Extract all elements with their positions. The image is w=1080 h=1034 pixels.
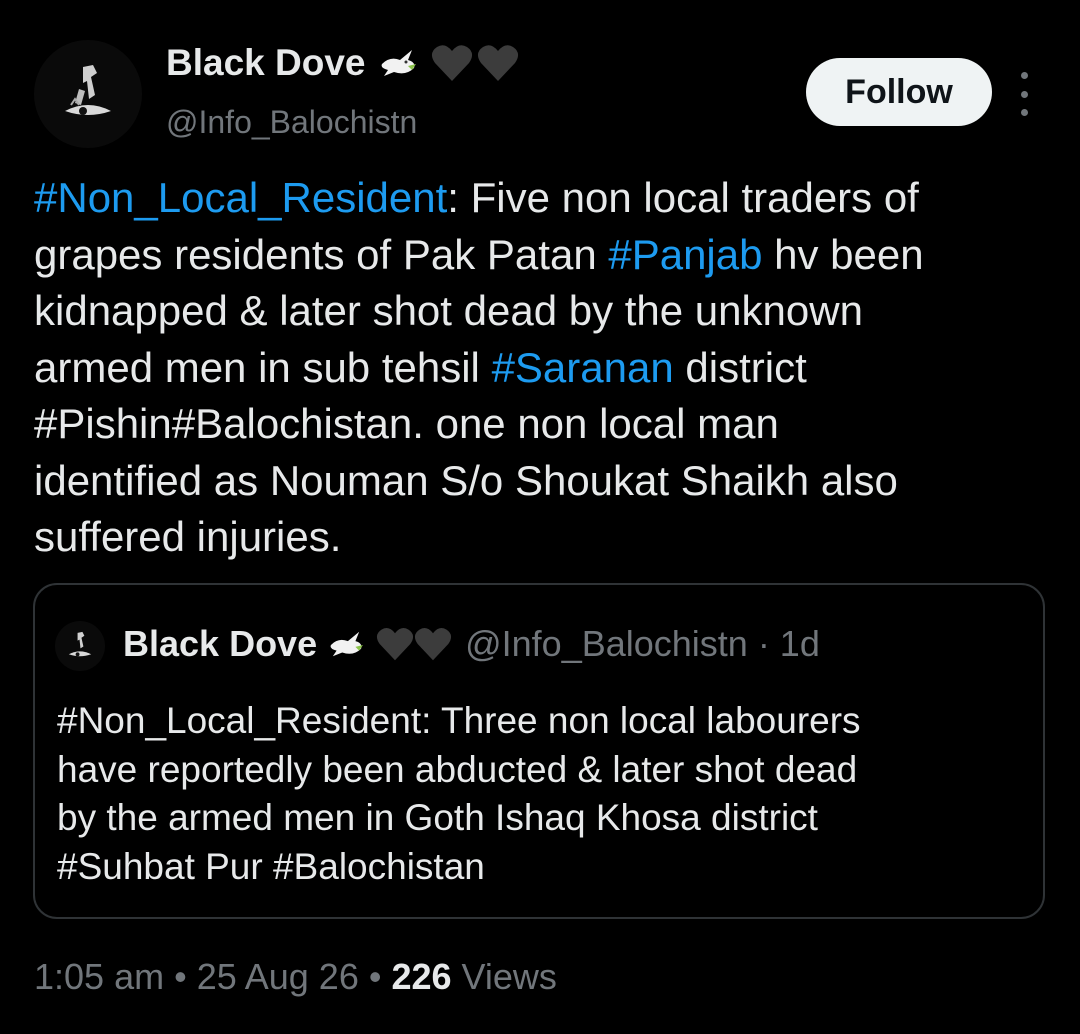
quoted-text-line: #Non_Local_Resident: Three non local lab… xyxy=(57,700,861,741)
meta-separator: • xyxy=(358,956,392,997)
follow-button[interactable]: Follow xyxy=(806,58,992,126)
tweet-text-segment: hv been xyxy=(762,230,924,278)
quoted-tweet-card[interactable]: Black Dove @Info_Balochistn · 1d #Non_Lo… xyxy=(33,583,1045,919)
author-handle[interactable]: @Info_Balochistn xyxy=(166,104,417,141)
tweet-text-segment: grapes residents of Pak Patan xyxy=(34,230,609,278)
black-heart-icon xyxy=(375,626,415,662)
tweet-text-segment: : Five non local traders of xyxy=(447,174,919,221)
tweet-text-line: suffered injuries. xyxy=(34,509,1044,566)
tweet-text-line: kidnapped & later shot dead by the unkno… xyxy=(34,283,1044,340)
dove-logo-icon xyxy=(68,631,92,657)
quoted-handle-time: @Info_Balochistn · 1d xyxy=(465,623,820,664)
author-avatar[interactable] xyxy=(34,40,142,148)
tweet-text-segment: #Pishin#Balochistan. one non local man xyxy=(34,400,779,447)
tweet-text-line: identified as Nouman S/o Shoukat Shaikh … xyxy=(34,453,1044,510)
tweet-text-line: grapes residents of Pak Patan #Panjab hv… xyxy=(34,227,1044,284)
author-display-name[interactable]: Black Dove xyxy=(166,42,366,84)
tweet-time[interactable]: 1:05 am xyxy=(34,956,164,998)
quoted-display-name: Black Dove xyxy=(123,623,318,664)
views-count[interactable]: 226 xyxy=(391,956,451,998)
quoted-text-line: by the armed men in Goth Ishaq Khosa dis… xyxy=(57,797,818,838)
dove-logo-icon xyxy=(65,65,111,115)
more-options-icon[interactable] xyxy=(1010,72,1038,116)
black-heart-icon xyxy=(476,43,520,83)
tweet-meta: 1:05 am • 25 Aug 26 • 226 Views xyxy=(34,956,557,998)
views-label[interactable]: Views xyxy=(462,956,557,998)
quoted-header: Black Dove @Info_Balochistn · 1d xyxy=(123,623,820,665)
quoted-author-avatar[interactable] xyxy=(55,621,105,671)
tweet-text-segment: armed men in sub tehsil xyxy=(34,343,492,391)
author-name-row: Black Dove xyxy=(166,42,520,84)
tweet-date[interactable]: 25 Aug 26 xyxy=(197,956,359,998)
tweet-text-segment: identified as Nouman S/o Shoukat Shaikh … xyxy=(34,456,898,504)
tweet-text: #Non_Local_Resident: Five non local trad… xyxy=(34,170,1044,566)
quoted-text: #Non_Local_Resident: Three non local lab… xyxy=(57,697,1037,891)
quoted-text-line: #Suhbat Pur #Balochistan xyxy=(57,845,485,887)
dove-icon xyxy=(327,628,365,660)
tweet-text-segment: suffered injuries. xyxy=(34,513,342,560)
quoted-text-line: have reportedly been abducted & later sh… xyxy=(57,748,858,790)
tweet-text-segment: kidnapped & later shot dead by the unkno… xyxy=(34,287,863,334)
black-heart-icon xyxy=(430,43,474,83)
hashtag-link[interactable]: #Non_Local_Resident xyxy=(34,174,447,221)
black-heart-icon xyxy=(413,626,453,662)
hashtag-link[interactable]: #Panjab xyxy=(608,231,762,278)
hashtag-link[interactable]: #Saranan xyxy=(492,344,674,391)
tweet-text-line: armed men in sub tehsil #Saranan distric… xyxy=(34,340,1044,397)
dove-icon xyxy=(378,46,418,80)
tweet-text-line: #Non_Local_Resident: Five non local trad… xyxy=(34,170,1044,227)
tweet-text-line: #Pishin#Balochistan. one non local man xyxy=(34,396,1044,453)
tweet-text-segment: district xyxy=(673,343,807,391)
meta-separator: • xyxy=(164,956,197,997)
